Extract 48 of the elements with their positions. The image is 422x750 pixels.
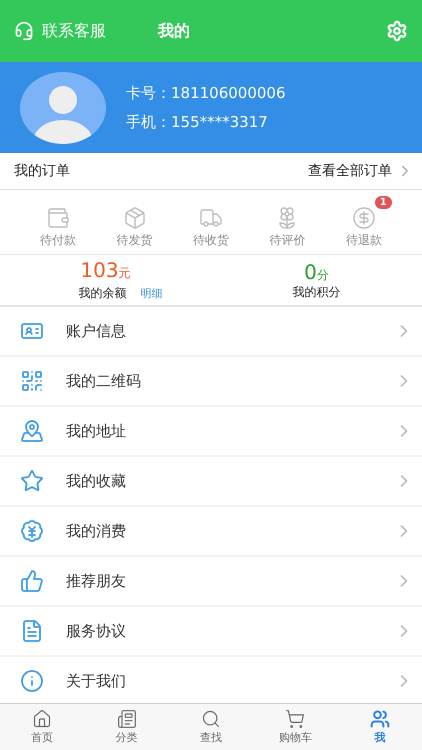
list-icon	[116, 709, 137, 729]
points-amount: 0	[304, 260, 317, 284]
headset-icon	[14, 21, 34, 41]
tab[interactable]: 我	[338, 704, 422, 750]
menu-item[interactable]: 我的消费	[0, 507, 422, 555]
menu-item[interactable]: 服务协议	[0, 607, 422, 655]
tab[interactable]: 分类	[84, 704, 169, 750]
home-icon	[32, 709, 52, 729]
wallet-icon	[46, 206, 70, 230]
yen-icon	[20, 519, 44, 543]
menu-item[interactable]: 账户信息	[0, 307, 422, 355]
star-icon	[20, 469, 44, 493]
info-icon	[20, 669, 44, 693]
menu-item[interactable]: 我的二维码	[0, 357, 422, 405]
order-status-button[interactable]: 待付款	[30, 196, 86, 248]
document-icon	[20, 619, 44, 643]
map-pin-icon	[20, 419, 44, 443]
phone-number: 手机：155****3317	[126, 112, 269, 132]
orders-title: 我的订单	[14, 162, 70, 180]
page-title: 我的	[158, 20, 191, 42]
order-status-button[interactable]: 待评价	[259, 196, 316, 248]
coin-icon	[352, 206, 376, 230]
count-badge: 1	[374, 196, 392, 208]
tab[interactable]: 购物车	[253, 704, 338, 750]
tab[interactable]: 首页	[0, 704, 84, 750]
balance-label: 我的余额	[78, 286, 126, 300]
order-status-button[interactable]: 待退款 1	[336, 196, 392, 248]
package-icon	[122, 206, 147, 230]
settings-icon[interactable]	[386, 20, 408, 42]
cart-icon	[285, 709, 306, 729]
order-status-button[interactable]: 待收货	[182, 196, 239, 248]
detail-link[interactable]: 明细	[140, 287, 162, 300]
menu-item[interactable]: 我的收藏	[0, 457, 422, 505]
balance-unit: 元	[118, 266, 131, 280]
menu-item[interactable]: 关于我们	[0, 657, 422, 703]
menu-item[interactable]: 我的地址	[0, 407, 422, 455]
balance-amount: 103	[80, 258, 119, 282]
card-number: 卡号：181106000006	[126, 84, 286, 102]
all-orders-link[interactable]: 查看全部订单	[308, 162, 414, 180]
search-icon	[201, 709, 222, 729]
tab[interactable]: 查找	[168, 704, 254, 750]
menu-item[interactable]: 推荐朋友	[0, 557, 422, 605]
qr-code-icon	[20, 369, 44, 393]
thumbs-up-icon	[20, 569, 44, 593]
order-status-button[interactable]: 待发货	[106, 196, 163, 248]
points-unit: 分	[316, 268, 329, 282]
users-icon	[370, 709, 390, 729]
points-label: 我的积分	[292, 284, 340, 300]
